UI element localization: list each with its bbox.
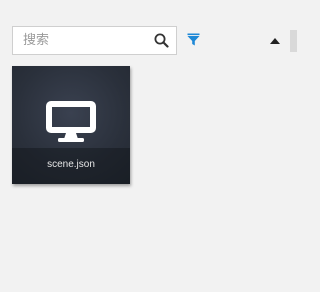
caret-up-icon[interactable]	[270, 38, 280, 44]
search-input[interactable]	[13, 27, 151, 54]
file-tile[interactable]: scene.json	[12, 66, 130, 184]
search-icon[interactable]	[154, 33, 169, 48]
file-tile-caption: scene.json	[12, 148, 130, 184]
monitor-icon	[46, 101, 96, 142]
search-box	[12, 26, 177, 55]
file-name-label: scene.json	[47, 159, 95, 170]
filter-icon[interactable]	[187, 33, 200, 46]
scrollbar-thumb[interactable]	[290, 30, 297, 52]
